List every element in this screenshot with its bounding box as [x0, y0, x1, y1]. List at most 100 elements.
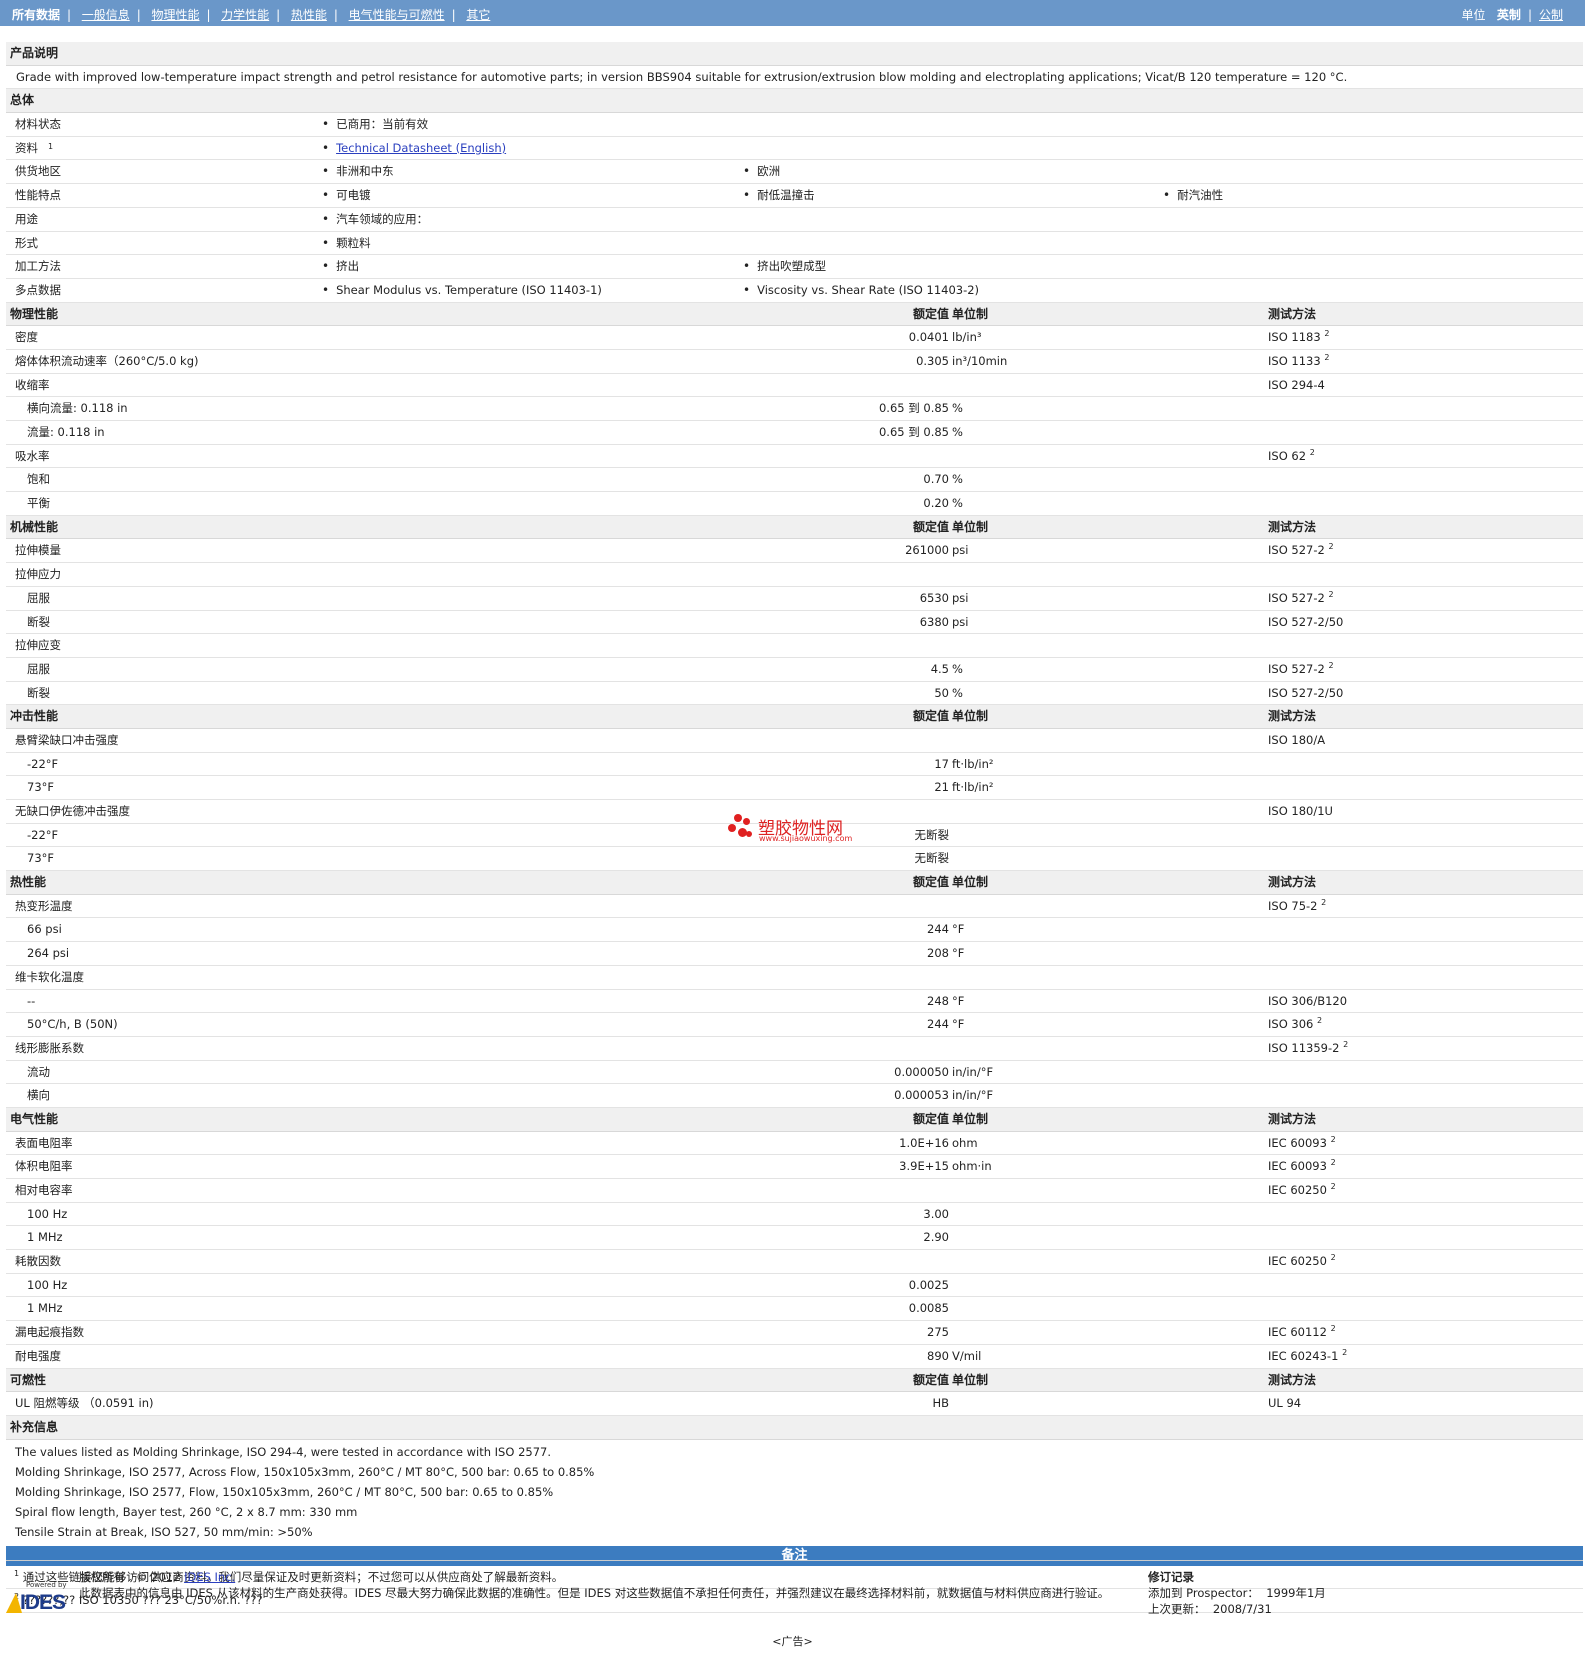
property-label: 屈服	[27, 590, 50, 605]
property-unit: %	[952, 496, 963, 511]
footnote-marker: 2	[1343, 1039, 1349, 1049]
unit-imperial[interactable]: 英制	[1497, 8, 1521, 22]
bullet-text: 非洲和中东	[336, 164, 394, 179]
general-row-label: 用途	[15, 211, 38, 226]
test-method: IEC 60250 2	[1268, 1250, 1336, 1273]
bullet-item: Technical Datasheet (English)	[322, 137, 506, 160]
unit-column-header: 单位制	[952, 519, 989, 534]
property-row: 漏电起痕指数 275 IEC 60112 2	[6, 1321, 1583, 1345]
section-header: 可燃性 额定值 单位制 测试方法	[6, 1368, 1583, 1393]
bullet-text: Viscosity vs. Shear Rate (ISO 11403-2)	[757, 282, 980, 297]
property-unit: °F	[952, 946, 965, 961]
section-title: 产品说明	[10, 46, 59, 60]
property-label: 收缩率	[15, 377, 50, 392]
footnote-marker: 2	[1330, 1158, 1336, 1168]
property-row: 断裂 50% ISO 527-2/50	[6, 682, 1583, 706]
test-method-text: IEC 60243-1	[1268, 1348, 1339, 1363]
property-unit: °F	[952, 1017, 965, 1032]
section-header: 电气性能 额定值 单位制 测试方法	[6, 1107, 1583, 1132]
test-method: ISO 75-2 2	[1268, 895, 1326, 918]
test-method: ISO 180/1U	[1268, 800, 1333, 823]
property-label: 耐电强度	[15, 1348, 61, 1363]
nav-electrical[interactable]: 电气性能与可燃性	[349, 8, 445, 22]
property-row: 相对电容率 IEC 60250 2	[6, 1179, 1583, 1203]
footnote-marker: 2	[1330, 1182, 1336, 1191]
copyright-block: 版权所有 © 2012 IDES Inc. 此数据表中的信息由 IDES 从该材…	[79, 1569, 1109, 1601]
units-label: 单位	[1461, 8, 1486, 22]
test-method-text: ISO 62	[1268, 448, 1307, 463]
nav-thermal[interactable]: 热性能	[291, 8, 327, 22]
property-value: 0.0085	[908, 1301, 949, 1316]
property-row: 73°F 无断裂	[6, 847, 1583, 872]
property-row: 100 Hz 3.00	[6, 1203, 1583, 1227]
property-row: 体积电阻率 3.9E+15 ohm·in IEC 60093 2	[6, 1155, 1583, 1179]
nav-mechanical[interactable]: 力学性能	[221, 8, 269, 22]
property-label: 漏电起痕指数	[15, 1325, 84, 1340]
general-row: 多点数据 Shear Modulus vs. Temperature (ISO 1…	[6, 279, 1583, 303]
property-unit: V/mil	[952, 1348, 982, 1363]
nav-all-data[interactable]: 所有数据	[12, 8, 60, 22]
footnote-marker: 2	[1330, 1134, 1336, 1144]
property-unit: in/in/°F	[952, 1064, 994, 1079]
property-value: 4.5	[930, 661, 949, 676]
property-label: 横向	[27, 1088, 50, 1103]
test-method: ISO 527-2 2	[1268, 539, 1334, 562]
bullet-text: 已商用：当前有效	[336, 117, 429, 132]
general-row-label: 供货地区	[15, 164, 61, 179]
test-method: IEC 60093 2	[1268, 1132, 1336, 1155]
property-row: 拉伸应变	[6, 634, 1583, 658]
nav-other[interactable]: 其它	[466, 8, 490, 22]
property-value: 0.65 到 0.85	[878, 401, 949, 416]
property-label: 拉伸应变	[15, 638, 61, 653]
property-value: 21	[934, 780, 949, 795]
property-row: 表面电阻率 1.0E+16 ohm IEC 60093 2	[6, 1132, 1583, 1156]
general-row-label: 加工方法	[15, 259, 61, 274]
nav-general-info[interactable]: 一般信息	[82, 8, 130, 22]
bullet-item: Viscosity vs. Shear Rate (ISO 11403-2)	[743, 279, 979, 302]
property-unit: ft·lb/in²	[952, 780, 994, 795]
property-value: 244	[927, 922, 949, 937]
general-row: 性能特点 可电镀 耐低温撞击 耐汽油性	[6, 184, 1583, 208]
bullet-text: 汽车领域的应用：	[336, 211, 429, 226]
added-value: 1999年1月	[1266, 1586, 1326, 1600]
property-value: 261000	[905, 543, 949, 558]
property-value: 0.000050	[894, 1064, 949, 1079]
test-method: ISO 527-2 2	[1268, 587, 1334, 610]
supplemental-line: Tensile Strain at Break, ISO 527, 50 mm/…	[15, 1524, 313, 1539]
property-label: UL 阻燃等级 （0.0591 in)	[15, 1396, 154, 1411]
bullet-text: 欧洲	[757, 164, 781, 179]
property-row: 热变形温度 ISO 75-2 2	[6, 895, 1583, 919]
property-row: 断裂 6380 psi ISO 527-2/50	[6, 611, 1583, 635]
bullet-item: 已商用：当前有效	[322, 113, 428, 136]
updated-label: 上次更新：	[1148, 1602, 1206, 1616]
datasheet-link[interactable]: Technical Datasheet (English)	[336, 141, 506, 155]
ides-logo: Powered by IDES	[6, 1581, 76, 1615]
property-row: 屈服 4.5% ISO 527-2 2	[6, 658, 1583, 682]
unit-metric-link[interactable]: 公制	[1539, 8, 1563, 22]
property-unit: °F	[952, 922, 965, 937]
footnote-marker: 2	[1324, 329, 1330, 339]
general-row: 供货地区 非洲和中东 欧洲	[6, 160, 1583, 185]
revision-history: 修订记录 添加到 Prospector： 1999年1月 上次更新： 2008/…	[1148, 1569, 1326, 1617]
property-unit: in³/10min	[952, 353, 1008, 368]
footnote-marker: 2	[1309, 447, 1315, 457]
test-method: ISO 180/A	[1268, 729, 1325, 752]
bullet-item: 耐汽油性	[1163, 184, 1223, 207]
property-unit: ohm	[952, 1135, 978, 1150]
company-link[interactable]: IDES Inc.	[184, 1570, 235, 1584]
test-method-text: ISO 11359-2	[1268, 1040, 1340, 1055]
property-value: 244	[927, 1017, 949, 1032]
property-label: 吸水率	[15, 448, 50, 463]
property-label: 断裂	[27, 614, 50, 629]
property-label: 饱和	[27, 472, 50, 487]
supplemental-line: Molding Shrinkage, ISO 2577, Flow, 150x1…	[15, 1484, 554, 1499]
property-row: 收缩率 ISO 294-4	[6, 374, 1583, 398]
section-title: 热性能	[10, 875, 47, 890]
nav-physical[interactable]: 物理性能	[151, 8, 199, 22]
property-label: 264 psi	[27, 946, 70, 961]
footnote-marker: 2	[1328, 589, 1334, 599]
property-value: 50	[934, 685, 949, 700]
test-method-text: IEC 60093	[1268, 1135, 1327, 1150]
general-row: 形式 颗粒料	[6, 232, 1583, 256]
test-method-text: ISO 294-4	[1268, 377, 1325, 392]
